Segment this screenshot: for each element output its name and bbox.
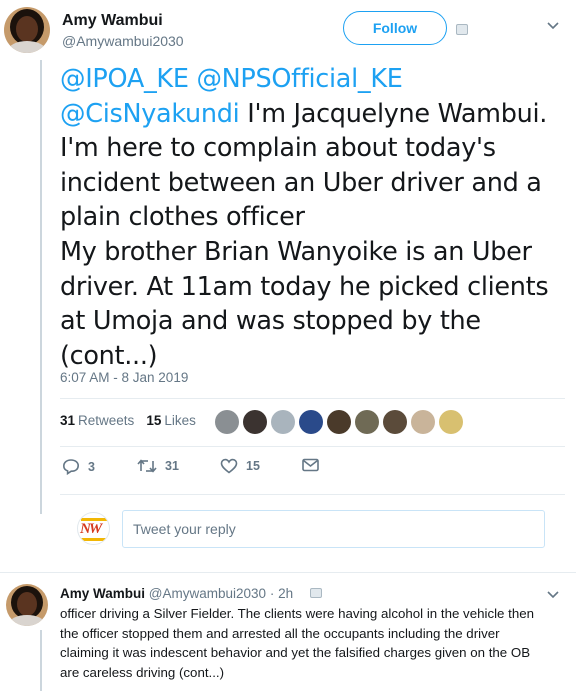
reply-text-line: the officer stopped them and arrested al… [60, 625, 500, 641]
like-count: 15 [246, 459, 260, 473]
retweet-action[interactable]: 31 [137, 458, 179, 474]
heart-icon [220, 458, 238, 474]
tweet-text-line: @CisNyakundi I'm Jacquelyne Wambui. [60, 98, 548, 129]
author-avatar[interactable] [4, 7, 50, 53]
card-icon [310, 588, 322, 598]
reply-text-line: are careless driving (cont...) [60, 664, 225, 680]
reply-input[interactable] [122, 510, 545, 548]
reply-author-name[interactable]: Amy Wambui [60, 586, 145, 601]
thread-line [40, 60, 42, 514]
tweet-actions: 3 31 15 [60, 458, 360, 480]
liker-avatar[interactable] [411, 410, 435, 434]
like-action[interactable]: 15 [220, 458, 260, 474]
liker-avatar[interactable] [299, 410, 323, 434]
chevron-down-icon[interactable] [546, 19, 560, 33]
retweet-icon [137, 459, 157, 473]
divider [60, 446, 565, 447]
chevron-down-icon[interactable] [546, 588, 560, 602]
divider [60, 398, 565, 399]
card-icon [456, 24, 468, 35]
reply-author-line: Amy Wambui @Amywambui2030 · 2h [60, 586, 294, 601]
likes-stat[interactable]: 15 Likes [146, 413, 196, 428]
reply-count: 3 [88, 459, 95, 474]
retweet-count: 31 [165, 459, 179, 473]
follow-button[interactable]: Follow [343, 11, 447, 45]
current-user-avatar[interactable]: NW [77, 512, 110, 545]
liker-avatar[interactable] [327, 410, 351, 434]
reply-text-line: officer driving a Silver Fielder. The cl… [60, 606, 535, 621]
message-action[interactable] [302, 458, 319, 472]
tweet-stats: 31 Retweets 15 Likes [60, 413, 196, 428]
liker-avatar[interactable] [439, 410, 463, 434]
author-name[interactable]: Amy Wambui [62, 12, 163, 30]
tweet-text-line: I'm here to complain about today's [60, 133, 496, 164]
reply-author-avatar[interactable] [6, 584, 48, 626]
reply-author-handle[interactable]: @Amywambui2030 [149, 586, 266, 601]
reply-icon [62, 459, 80, 475]
mention-link[interactable]: @IPOA_KE @NPSOfficial_KE [60, 64, 403, 94]
reply-text: officer driving a Silver Fielder. The cl… [60, 604, 565, 682]
liker-avatar[interactable] [215, 410, 239, 434]
tweet-text-line: (cont...) [60, 340, 158, 371]
reply-text-line: claiming it was indescent behavior and y… [60, 645, 531, 661]
divider [60, 494, 565, 495]
author-handle[interactable]: @Amywambui2030 [62, 33, 184, 49]
tweet-text-line: My brother Brian Wanyoike is an Uber [60, 236, 532, 267]
liker-avatar[interactable] [243, 410, 267, 434]
tweet-timestamp[interactable]: 6:07 AM - 8 Jan 2019 [60, 370, 188, 385]
nw-logo: NW [80, 521, 102, 537]
likers-avatars [215, 405, 465, 439]
thread-line [40, 630, 42, 691]
reply-action[interactable]: 3 [62, 458, 95, 475]
retweets-stat[interactable]: 31 Retweets [60, 413, 134, 428]
tweet-text-line: incident between an Uber driver and a [60, 167, 542, 198]
tweet-text-line: at Umoja and was stopped by the [60, 306, 481, 337]
reply-time[interactable]: 2h [278, 586, 293, 601]
divider [0, 572, 576, 573]
tweet-text-line: @IPOA_KE @NPSOfficial_KE [60, 62, 565, 97]
liker-avatar[interactable] [355, 410, 379, 434]
mention-link[interactable]: @CisNyakundi [60, 99, 240, 129]
tweet-text-line: plain clothes officer [60, 202, 305, 233]
envelope-icon [302, 458, 319, 472]
liker-avatar[interactable] [271, 410, 295, 434]
liker-avatar[interactable] [383, 410, 407, 434]
tweet-text-line: driver. At 11am today he picked clients [60, 271, 549, 302]
tweet-text: @IPOA_KE @NPSOfficial_KE @CisNyakundi I'… [60, 62, 565, 373]
